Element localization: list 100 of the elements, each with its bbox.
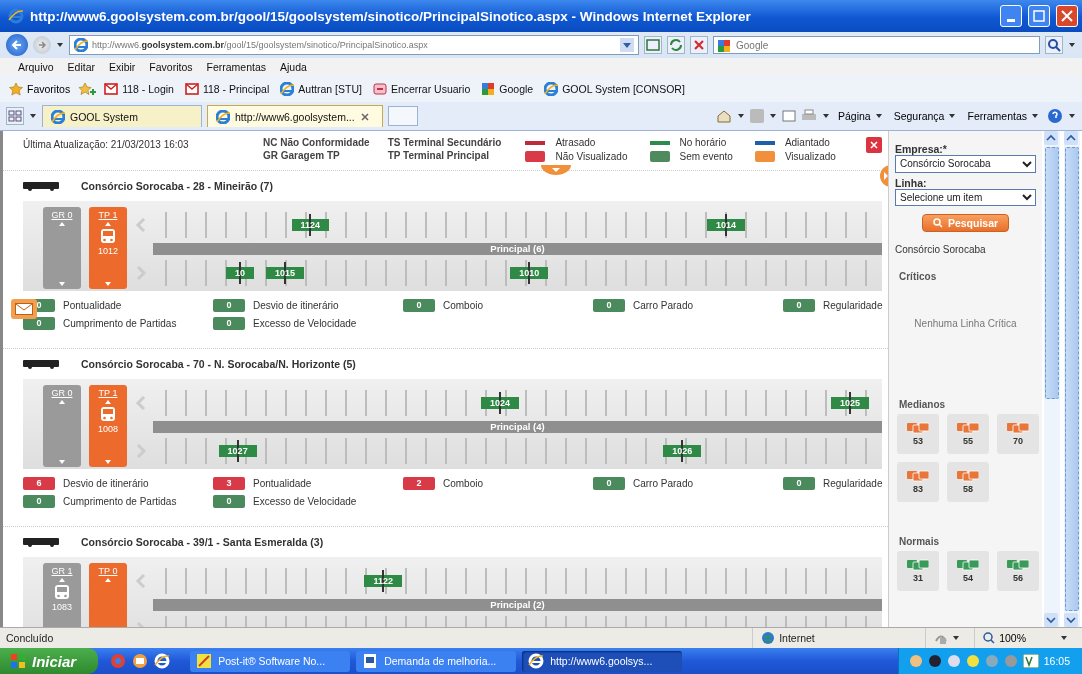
note-icon[interactable] <box>965 654 980 668</box>
new-tab-button[interactable] <box>388 106 418 126</box>
search-button[interactable] <box>1045 36 1063 54</box>
status-text: Concluído <box>6 632 54 644</box>
command-menu-button[interactable]: Página <box>834 110 886 122</box>
browser-icon[interactable] <box>110 653 127 669</box>
bus-marker[interactable]: 1122 <box>364 570 402 592</box>
scroll-up-icon <box>1064 131 1078 145</box>
stop-button[interactable] <box>690 36 708 54</box>
address-field[interactable]: http://www6.goolsystem.com.br/gool/15/goolsystem/sinotico/PrincipalSinotico.aspx <box>69 35 639 55</box>
bus-marker[interactable]: 1027 <box>218 440 257 462</box>
line-tile[interactable]: 54 <box>947 551 989 591</box>
caret-icon[interactable] <box>56 41 64 49</box>
caret-icon[interactable] <box>736 112 745 120</box>
favorite-link[interactable]: Google <box>478 82 537 96</box>
back-button[interactable] <box>6 34 28 56</box>
tab-list-button[interactable] <box>6 107 24 125</box>
star-icon <box>9 82 23 96</box>
favorite-link[interactable]: GOOL System [CONSOR] <box>541 82 688 96</box>
menu-item[interactable]: Ajuda <box>280 61 307 73</box>
line-tile[interactable]: 53 <box>897 414 939 454</box>
caret-icon[interactable] <box>768 112 777 120</box>
route-bar: Principal (2) <box>153 599 882 611</box>
tile-number: 70 <box>1013 436 1023 446</box>
legend-abbreviation: TS Terminal Secundário <box>387 137 502 148</box>
caret-icon[interactable] <box>952 634 961 642</box>
close-icon[interactable] <box>359 111 370 122</box>
browser-tab[interactable]: http://www6.goolsystem... <box>207 105 383 127</box>
indicator-label: Comboio <box>443 478 484 489</box>
bus-marker[interactable]: 1025 <box>830 392 869 414</box>
bus-marker[interactable]: 1026 <box>663 440 702 462</box>
collapse-tab-icon[interactable] <box>541 165 571 175</box>
group-title: Críticos <box>899 271 938 282</box>
last-update-text: Última Atualização: 21/03/2013 16:03 <box>23 137 190 150</box>
line-tile[interactable]: 56 <box>997 551 1039 591</box>
indicator-label: Regularidade <box>823 478 883 489</box>
caret-icon[interactable] <box>1068 41 1076 49</box>
close-button[interactable] <box>1056 5 1078 27</box>
bus-marker[interactable]: 1014 <box>707 214 746 236</box>
taskbar-button[interactable]: Demanda de melhoria... <box>356 650 517 672</box>
line-tile[interactable]: 55 <box>947 414 989 454</box>
refresh-button[interactable] <box>667 36 685 54</box>
company-select[interactable]: Consórcio Sorocaba <box>895 155 1036 173</box>
favorite-link[interactable]: Encerrar Usuario <box>369 82 474 96</box>
menu-item[interactable]: Arquivo <box>18 61 54 73</box>
help-icon[interactable] <box>1047 108 1063 124</box>
bus-marker[interactable]: 10 <box>225 262 254 284</box>
vpn-icon[interactable] <box>1022 654 1039 668</box>
garage-label: GR 1 <box>51 566 73 576</box>
menu-item[interactable]: Ferramentas <box>206 61 267 73</box>
command-menu-button[interactable]: Ferramentas <box>964 110 1042 122</box>
line-tile[interactable]: 58 <box>947 462 989 502</box>
bus-marker[interactable]: 1124 <box>291 214 330 236</box>
legend-label: Visualizado <box>784 151 836 162</box>
command-menu-button[interactable]: Segurança <box>890 110 960 122</box>
mail-icon[interactable] <box>132 653 149 669</box>
add-favorite-icon[interactable] <box>78 81 97 97</box>
moon-icon[interactable] <box>927 654 942 668</box>
taskbar-button[interactable]: http://www6.goolsys... <box>522 650 683 672</box>
up-arrow-icon <box>59 222 65 226</box>
bus-marker[interactable]: 1024 <box>481 392 520 414</box>
taskbar-button[interactable]: Post-it® Software No... <box>190 650 351 672</box>
mail-button[interactable] <box>11 299 37 319</box>
line-tile[interactable]: 83 <box>897 462 939 502</box>
menu-item[interactable]: Favoritos <box>149 61 193 73</box>
caret-icon[interactable] <box>1060 634 1068 642</box>
down-arrow-icon <box>105 282 111 286</box>
favorite-link[interactable]: Auttran [STU] <box>277 82 365 96</box>
favorite-link[interactable]: 118 - Principal <box>181 82 273 96</box>
search-field[interactable]: Google <box>713 36 1040 54</box>
line-select[interactable]: Selecione um item <box>895 188 1036 206</box>
tab-label: http://www6.goolsystem... <box>235 110 355 123</box>
compatibility-button[interactable] <box>644 36 662 54</box>
minimize-button[interactable] <box>1000 5 1022 27</box>
down-arrow-icon <box>59 282 65 286</box>
menu-item[interactable]: Editar <box>67 61 96 73</box>
zoom-button[interactable]: 100% <box>983 632 1056 644</box>
caret-icon[interactable] <box>821 112 830 120</box>
start-button[interactable]: Iniciar <box>0 648 99 674</box>
menu-item[interactable]: Exibir <box>109 61 136 73</box>
forward-button[interactable] <box>33 36 51 54</box>
maximize-button[interactable] <box>1028 5 1050 27</box>
scrollbar[interactable] <box>1064 131 1080 627</box>
caret-icon[interactable] <box>1068 112 1076 120</box>
scrollbar[interactable] <box>1044 131 1060 627</box>
line-tile[interactable]: 70 <box>997 414 1039 454</box>
favorite-link[interactable]: 118 - Login <box>101 82 177 96</box>
close-button[interactable] <box>866 137 882 153</box>
scroll-down-icon <box>1064 613 1078 627</box>
bus-marker[interactable]: 1010 <box>510 262 549 284</box>
indicator-label: Excesso de Velocidade <box>253 496 357 507</box>
line-tile[interactable]: 31 <box>897 551 939 591</box>
favorites-button[interactable]: Favoritos <box>6 82 74 96</box>
bus-marker[interactable]: 1015 <box>266 262 304 284</box>
bus-number: 1083 <box>52 602 72 612</box>
caret-icon[interactable] <box>29 112 37 120</box>
bus-icon <box>23 359 59 369</box>
browser-tab[interactable]: GOOL System <box>42 105 202 127</box>
ie-icon[interactable] <box>154 653 171 669</box>
terminal-label: TP 1 <box>98 210 118 220</box>
